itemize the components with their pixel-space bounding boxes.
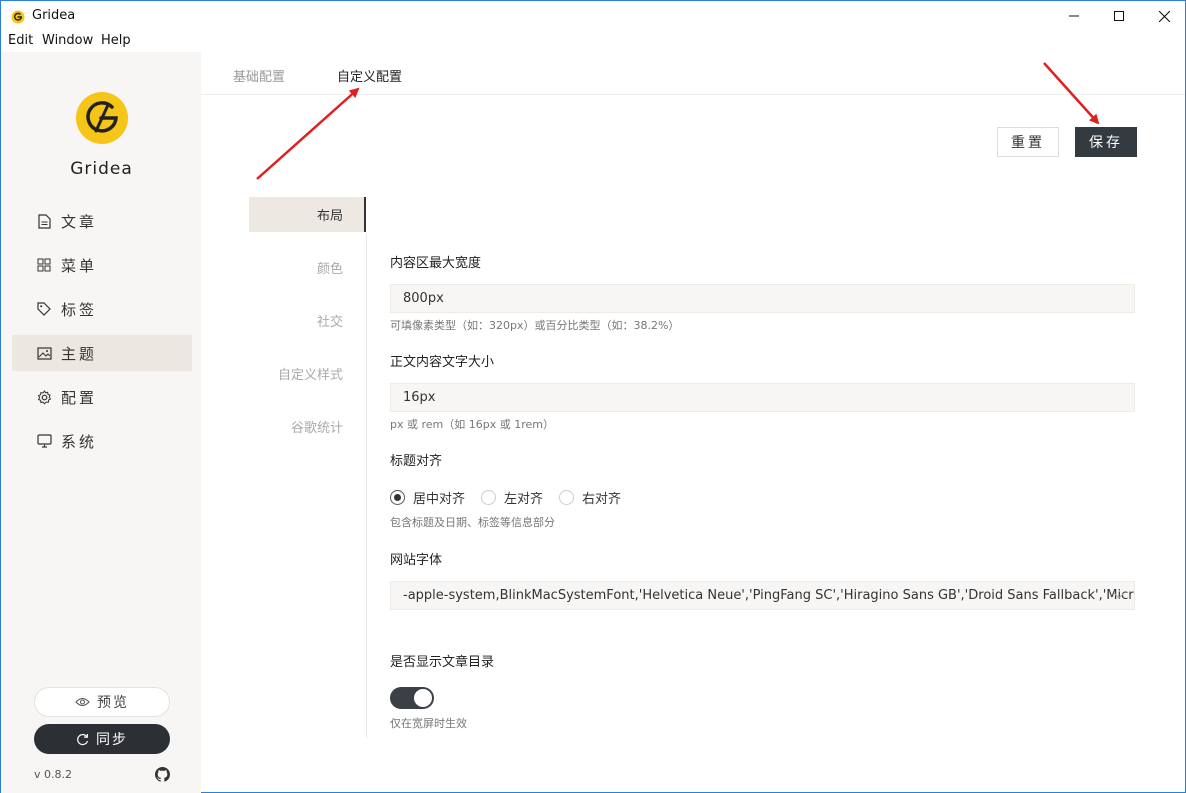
- eye-icon: [75, 697, 90, 707]
- site-font-label: 网站字体: [390, 553, 443, 568]
- minimize-icon: [1069, 15, 1079, 17]
- tag-icon: [36, 301, 52, 317]
- show-toc-toggle[interactable]: [390, 687, 434, 709]
- subnav-custom-style[interactable]: 自定义样式: [249, 356, 366, 391]
- radio-circle: [559, 490, 575, 505]
- sidebar-item-label: 菜单: [61, 256, 98, 275]
- image-icon: [36, 345, 52, 361]
- menu-window[interactable]: Window: [42, 33, 93, 48]
- gridea-app-icon: [11, 10, 25, 24]
- title-align-hint: 包含标题及日期、标签等信息部分: [390, 516, 555, 529]
- maximize-icon: [1114, 11, 1124, 21]
- sidebar: Gridea 文章 菜单 标签 主题 配置 系统 预览 同步 v 0.8.2: [0, 52, 201, 793]
- chevron-down-icon: [1113, 592, 1125, 599]
- grid-icon: [36, 257, 52, 273]
- version-label: v 0.8.2: [34, 768, 72, 781]
- github-icon[interactable]: [155, 767, 170, 782]
- site-font-select[interactable]: -apple-system,BlinkMacSystemFont,'Helvet…: [390, 581, 1135, 610]
- menu-edit[interactable]: Edit: [8, 33, 33, 48]
- radio-label: 右对齐: [582, 492, 622, 507]
- max-width-hint: 可填像素类型（如：320px）或百分比类型（如：38.2%）: [390, 319, 680, 332]
- max-width-input[interactable]: 800px: [390, 284, 1135, 313]
- sidebar-item-system[interactable]: 系统: [12, 423, 192, 459]
- file-icon: [36, 213, 52, 229]
- font-size-label: 正文内容文字大小: [390, 355, 495, 370]
- radio-align-left[interactable]: 左对齐: [481, 488, 543, 507]
- tab-custom-config[interactable]: 自定义配置: [337, 66, 402, 85]
- window-title: Gridea: [32, 8, 76, 23]
- radio-label: 左对齐: [504, 492, 544, 507]
- brand-name: Gridea: [70, 159, 133, 179]
- reset-button[interactable]: 重置: [997, 127, 1059, 157]
- tab-basic-config[interactable]: 基础配置: [233, 66, 285, 85]
- title-bar: Gridea: [0, 0, 1186, 31]
- gear-icon: [36, 389, 52, 405]
- title-align-radio-group: 居中对齐 左对齐 右对齐: [390, 488, 637, 507]
- font-size-hint: px 或 rem（如 16px 或 1rem）: [390, 418, 554, 431]
- font-size-input[interactable]: 16px: [390, 383, 1135, 412]
- minimize-button[interactable]: [1051, 1, 1097, 31]
- close-icon: [1158, 10, 1170, 22]
- main-panel: 基础配置 自定义配置 重置 保存 布局 颜色 社交 自定义样式 谷歌统计 内容区…: [201, 52, 1186, 793]
- sidebar-item-label: 系统: [61, 432, 98, 451]
- radio-circle-checked: [390, 490, 405, 505]
- radio-label: 居中对齐: [413, 492, 466, 507]
- config-tabs: 基础配置 自定义配置: [201, 52, 1185, 95]
- sidebar-item-label: 文章: [61, 212, 98, 231]
- subnav-divider: [366, 233, 367, 738]
- title-align-label: 标题对齐: [390, 454, 443, 469]
- subnav-color[interactable]: 颜色: [249, 250, 366, 285]
- site-font-value: -apple-system,BlinkMacSystemFont,'Helvet…: [403, 588, 1135, 603]
- close-button[interactable]: [1141, 1, 1186, 31]
- sidebar-item-settings[interactable]: 配置: [12, 379, 192, 415]
- preview-label: 预览: [97, 695, 129, 711]
- sidebar-item-tags[interactable]: 标签: [12, 291, 192, 327]
- menu-help[interactable]: Help: [101, 33, 131, 48]
- sidebar-item-label: 主题: [61, 344, 98, 363]
- sidebar-item-label: 标签: [61, 300, 98, 319]
- sidebar-item-menu[interactable]: 菜单: [12, 247, 192, 283]
- refresh-icon: [77, 733, 89, 745]
- sidebar-item-theme[interactable]: 主题: [12, 335, 192, 371]
- subnav-google-analytics[interactable]: 谷歌统计: [249, 409, 366, 444]
- gridea-logo: [76, 92, 128, 144]
- radio-circle: [481, 490, 497, 505]
- save-button[interactable]: 保存: [1075, 127, 1137, 157]
- max-width-label: 内容区最大宽度: [390, 256, 482, 271]
- maximize-button[interactable]: [1096, 1, 1142, 31]
- radio-align-right[interactable]: 右对齐: [559, 488, 621, 507]
- sync-button[interactable]: 同步: [34, 724, 170, 754]
- toggle-knob: [414, 689, 432, 707]
- preview-button[interactable]: 预览: [34, 687, 170, 717]
- menu-bar: Edit Window Help: [0, 31, 1186, 52]
- subnav-social[interactable]: 社交: [249, 303, 366, 338]
- subnav-layout[interactable]: 布局: [249, 197, 366, 232]
- show-toc-label: 是否显示文章目录: [390, 655, 495, 670]
- show-toc-hint: 仅在宽屏时生效: [390, 717, 467, 730]
- sync-label: 同步: [96, 732, 128, 748]
- sidebar-item-label: 配置: [61, 388, 98, 407]
- radio-align-center[interactable]: 居中对齐: [390, 488, 465, 507]
- monitor-icon: [36, 433, 52, 449]
- sidebar-item-articles[interactable]: 文章: [12, 203, 192, 239]
